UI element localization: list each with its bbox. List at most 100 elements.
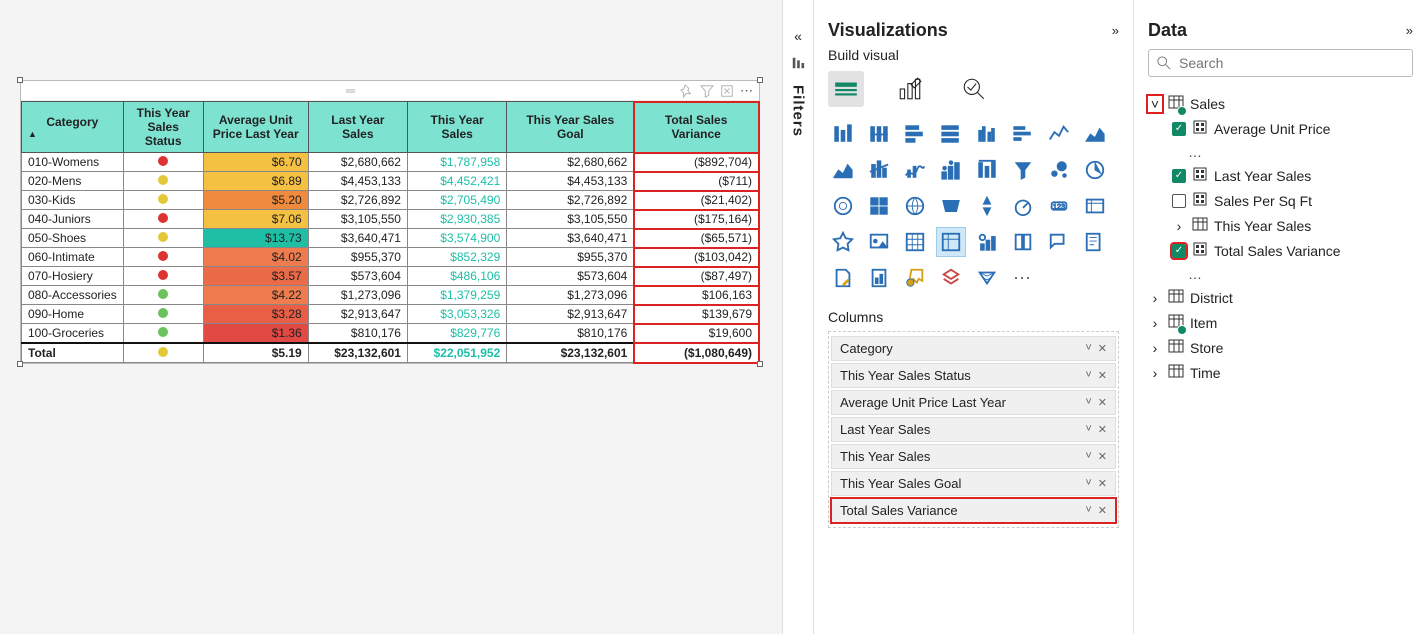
table-node[interactable]: › Item [1148, 310, 1413, 335]
viz-type-icon[interactable] [828, 263, 858, 293]
table-visual[interactable]: ═ ⋯ Category▲This Year Sales StatusAvera… [20, 80, 760, 364]
field-well-item[interactable]: Total Sales Variance ˅ ✕ [831, 498, 1116, 523]
more-fields[interactable]: … [1148, 141, 1413, 163]
viz-type-icon[interactable] [1044, 155, 1074, 185]
field-dropdown-icon[interactable]: ˅ [1085, 450, 1091, 463]
columns-field-well[interactable]: Category ˅ ✕ This Year Sales Status ˅ ✕ … [828, 331, 1119, 528]
focus-icon[interactable] [720, 84, 734, 98]
viz-type-icon[interactable]: 123 [1044, 191, 1074, 221]
viz-type-icon[interactable] [828, 227, 858, 257]
field-dropdown-icon[interactable]: ˅ [1085, 423, 1091, 436]
viz-type-icon[interactable] [936, 263, 966, 293]
table-row[interactable]: 040-Juniors$7.06$3,105,550$2,930,385$3,1… [22, 210, 759, 229]
column-header[interactable]: Average Unit Price Last Year [203, 102, 308, 153]
viz-type-icon[interactable] [1008, 191, 1038, 221]
field-well-item[interactable]: Average Unit Price Last Year ˅ ✕ [831, 390, 1116, 415]
viz-type-icon[interactable] [1080, 119, 1110, 149]
collapse-viz-icon[interactable]: » [1112, 23, 1119, 38]
column-header[interactable]: This Year Sales Goal [507, 102, 634, 153]
column-header[interactable]: This Year Sales Status [123, 102, 203, 153]
table-node[interactable]: ˅ Sales [1148, 91, 1413, 116]
field-checkbox[interactable]: ✓ [1172, 169, 1186, 183]
viz-type-icon[interactable] [936, 119, 966, 149]
viz-type-icon[interactable] [828, 119, 858, 149]
viz-type-icon[interactable] [864, 191, 894, 221]
column-header[interactable]: This Year Sales [407, 102, 506, 153]
format-visual-tab[interactable] [892, 71, 928, 107]
viz-type-icon[interactable] [972, 227, 1002, 257]
table-row[interactable]: 090-Home$3.28$2,913,647$3,053,326$2,913,… [22, 305, 759, 324]
field-checkbox[interactable] [1172, 194, 1186, 208]
remove-field-icon[interactable]: ✕ [1098, 504, 1107, 517]
table-node[interactable]: › Store [1148, 335, 1413, 360]
viz-type-icon[interactable] [936, 155, 966, 185]
expand-filters-icon[interactable]: « [794, 28, 802, 44]
field-checkbox[interactable]: ✓ [1172, 244, 1186, 258]
remove-field-icon[interactable]: ✕ [1098, 342, 1107, 355]
viz-type-icon[interactable] [864, 227, 894, 257]
viz-type-icon[interactable] [1044, 227, 1074, 257]
field-well-item[interactable]: This Year Sales ˅ ✕ [831, 444, 1116, 469]
expand-icon[interactable]: › [1148, 365, 1162, 381]
viz-type-icon[interactable] [1080, 227, 1110, 257]
field-node[interactable]: › This Year Sales [1148, 213, 1413, 238]
field-dropdown-icon[interactable]: ˅ [1085, 369, 1091, 382]
field-dropdown-icon[interactable]: ˅ [1085, 396, 1091, 409]
viz-type-icon[interactable] [828, 155, 858, 185]
drag-handle-icon[interactable]: ═ [27, 83, 674, 98]
viz-type-icon[interactable] [864, 119, 894, 149]
expand-icon[interactable]: ˅ [1148, 96, 1162, 112]
expand-icon[interactable]: › [1148, 290, 1162, 306]
viz-type-icon[interactable] [900, 263, 930, 293]
remove-field-icon[interactable]: ✕ [1098, 369, 1107, 382]
field-node[interactable]: ✓ Total Sales Variance [1148, 238, 1413, 263]
viz-type-icon[interactable] [972, 263, 1002, 293]
viz-type-icon[interactable] [900, 155, 930, 185]
remove-field-icon[interactable]: ✕ [1098, 477, 1107, 490]
viz-type-icon[interactable] [936, 227, 966, 257]
field-node[interactable]: ✓ Average Unit Price [1148, 116, 1413, 141]
table-row[interactable]: 100-Groceries$1.36$810,176$829,776$810,1… [22, 324, 759, 344]
filter-icon[interactable] [700, 84, 714, 98]
expand-icon[interactable]: › [1148, 315, 1162, 331]
viz-type-icon[interactable] [864, 155, 894, 185]
expand-icon[interactable]: › [1172, 218, 1186, 234]
table-row[interactable]: 020-Mens$6.89$4,453,133$4,452,421$4,453,… [22, 172, 759, 191]
viz-type-icon[interactable] [900, 191, 930, 221]
viz-type-icon[interactable] [1008, 227, 1038, 257]
table-node[interactable]: › Time [1148, 360, 1413, 385]
viz-type-icon[interactable] [900, 119, 930, 149]
field-well-item[interactable]: This Year Sales Goal ˅ ✕ [831, 471, 1116, 496]
viz-type-icon[interactable] [1080, 155, 1110, 185]
column-header[interactable]: Category▲ [22, 102, 124, 153]
table-row[interactable]: 080-Accessories$4.22$1,273,096$1,379,259… [22, 286, 759, 305]
analytics-tab[interactable] [956, 71, 992, 107]
viz-type-icon[interactable] [936, 191, 966, 221]
column-header[interactable]: Total Sales Variance [634, 102, 759, 153]
more-fields[interactable]: … [1148, 263, 1413, 285]
table-row[interactable]: 050-Shoes$13.73$3,640,471$3,574,900$3,64… [22, 229, 759, 248]
viz-type-icon[interactable] [900, 227, 930, 257]
field-dropdown-icon[interactable]: ˅ [1085, 504, 1091, 517]
build-visual-tab[interactable] [828, 71, 864, 107]
table-row[interactable]: 060-Intimate$4.02$955,370$852,329$955,37… [22, 248, 759, 267]
more-icon[interactable]: ⋯ [740, 83, 753, 99]
collapse-data-icon[interactable]: » [1406, 23, 1413, 38]
field-well-item[interactable]: Last Year Sales ˅ ✕ [831, 417, 1116, 442]
viz-type-icon[interactable] [972, 155, 1002, 185]
table-node[interactable]: › District [1148, 285, 1413, 310]
table-row[interactable]: 030-Kids$5.20$2,726,892$2,705,490$2,726,… [22, 191, 759, 210]
field-node[interactable]: ✓ Last Year Sales [1148, 163, 1413, 188]
viz-type-icon[interactable] [1008, 119, 1038, 149]
viz-type-icon[interactable] [828, 191, 858, 221]
column-header[interactable]: Last Year Sales [308, 102, 407, 153]
viz-type-icon[interactable] [1008, 155, 1038, 185]
expand-icon[interactable]: › [1148, 340, 1162, 356]
remove-field-icon[interactable]: ✕ [1098, 450, 1107, 463]
field-well-item[interactable]: This Year Sales Status ˅ ✕ [831, 363, 1116, 388]
viz-type-icon[interactable] [864, 263, 894, 293]
report-canvas[interactable]: ═ ⋯ Category▲This Year Sales StatusAvera… [0, 0, 782, 634]
field-checkbox[interactable]: ✓ [1172, 122, 1186, 136]
table-row[interactable]: 070-Hosiery$3.57$573,604$486,106$573,604… [22, 267, 759, 286]
remove-field-icon[interactable]: ✕ [1098, 423, 1107, 436]
